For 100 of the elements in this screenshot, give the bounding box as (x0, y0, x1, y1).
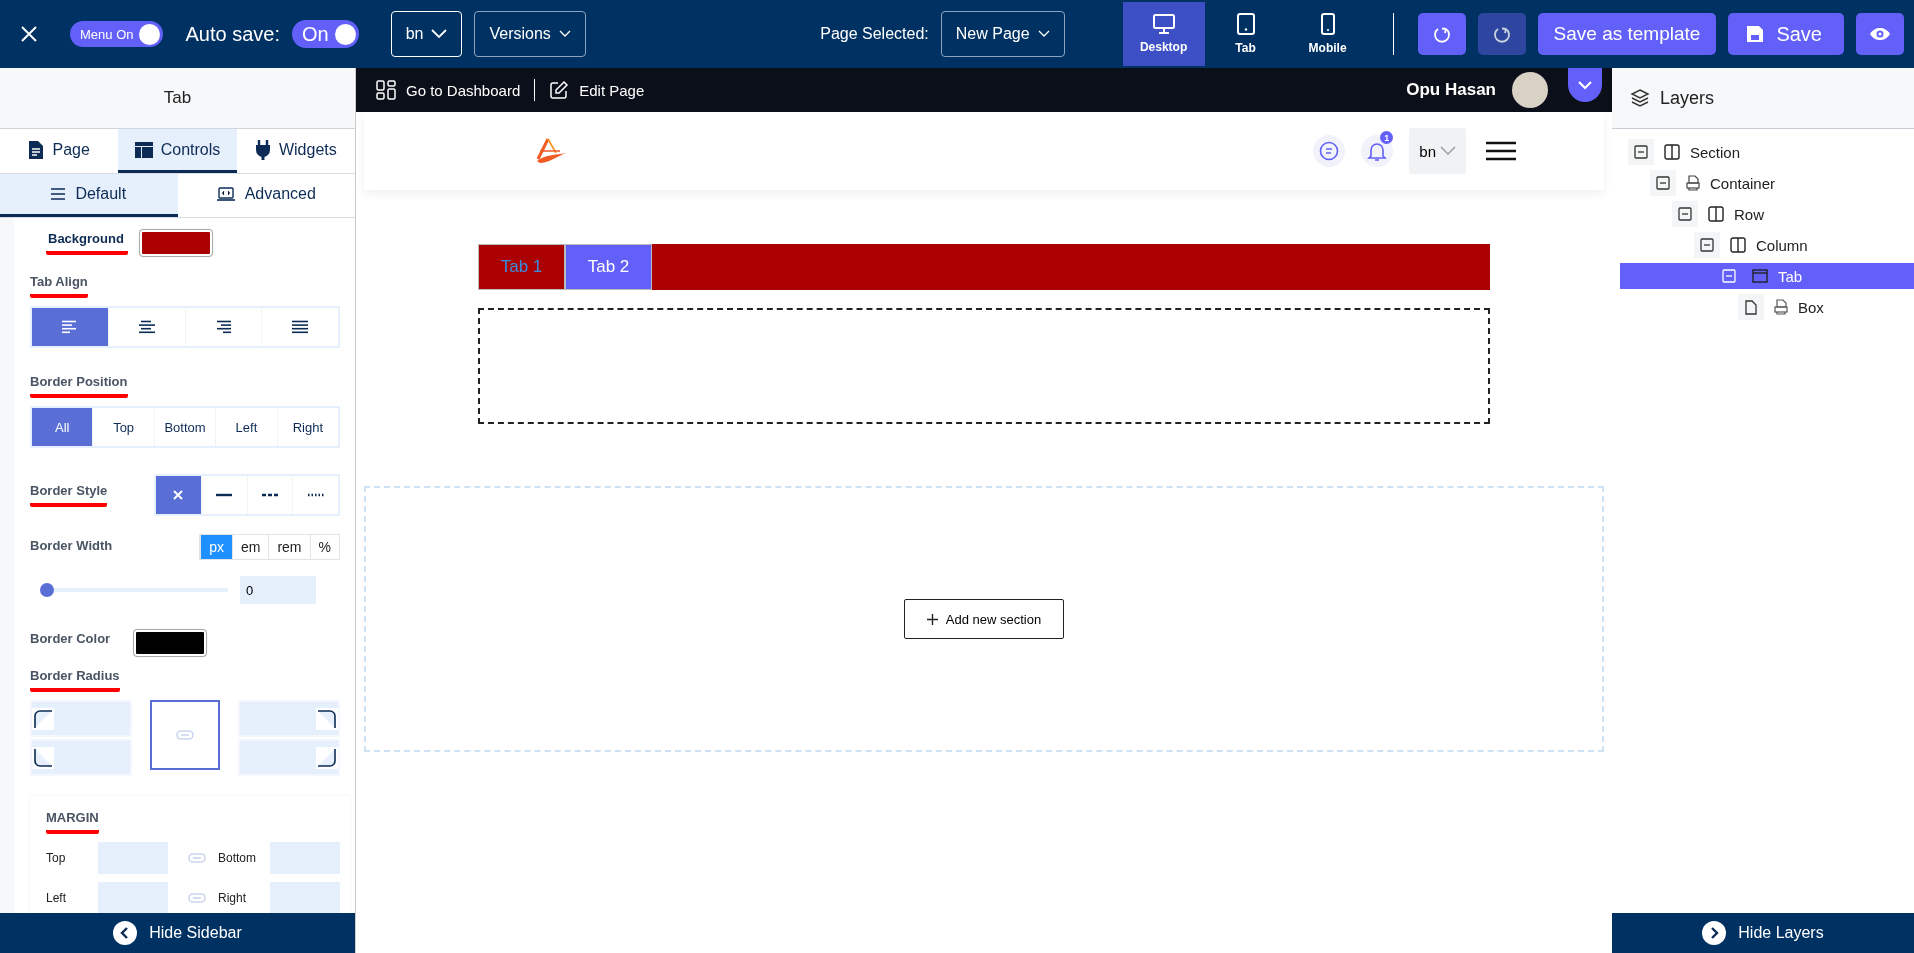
sidebar-tab[interactable]: Controls (118, 129, 237, 173)
collapse-toggle-icon[interactable] (1672, 201, 1698, 227)
collapse-toggle-icon[interactable] (1694, 232, 1720, 258)
add-section-button[interactable]: Add new section (903, 599, 1065, 639)
widget-tab[interactable]: Tab 2 (565, 244, 652, 290)
layer-item[interactable]: Row (1620, 201, 1914, 227)
plug-icon (254, 139, 271, 160)
printer-icon (1774, 299, 1788, 315)
preview-button[interactable] (1856, 13, 1904, 55)
align-center-icon (137, 320, 156, 334)
panel-title: Tab (0, 68, 355, 129)
no-border-button[interactable] (156, 476, 201, 514)
layer-item[interactable]: Tab (1620, 263, 1914, 289)
layer-item[interactable]: Box (1620, 294, 1914, 320)
versions-dropdown[interactable]: Versions (474, 11, 586, 57)
menu-toggle[interactable]: Menu On (70, 21, 164, 47)
panel-title: Layers (1660, 87, 1715, 109)
field-label: Left (46, 891, 67, 905)
redo-icon (1492, 25, 1511, 43)
chevron-left-icon (113, 921, 138, 945)
tablet-icon (1236, 13, 1255, 35)
field-label: Border Position (30, 374, 128, 398)
notification-badge: 1 (1380, 131, 1394, 144)
margin-input[interactable] (270, 882, 340, 913)
plus-icon (926, 613, 938, 625)
chevron-down-icon (1440, 146, 1456, 156)
radius-input[interactable] (238, 700, 340, 737)
undo-icon (1432, 25, 1451, 43)
page-selected-label: Page Selected: (820, 25, 929, 43)
collapse-button[interactable] (1568, 68, 1602, 102)
bottom-right-corner-icon (316, 746, 338, 769)
save-button[interactable]: Save (1728, 13, 1844, 55)
layer-item[interactable]: Section (1620, 139, 1914, 165)
dashed-line-icon (261, 493, 278, 497)
radius-input[interactable] (30, 739, 132, 776)
dashboard-link[interactable]: Go to Dashboard (376, 80, 521, 100)
file-icon (1738, 294, 1764, 320)
chat-icon[interactable] (1313, 135, 1346, 167)
sidebar-subtab[interactable]: Default (0, 174, 178, 217)
bell-icon[interactable] (1366, 140, 1389, 162)
collapse-toggle-icon[interactable] (1650, 170, 1676, 196)
dashboard-icon (376, 80, 396, 100)
collapse-toggle-icon[interactable] (1628, 139, 1654, 165)
solid-line-icon (216, 493, 233, 497)
monitor-icon (1152, 14, 1175, 34)
margin-input[interactable] (270, 842, 340, 874)
field-label: Border Color (30, 631, 111, 648)
border-width-input[interactable]: 0 (240, 576, 316, 604)
save-as-template-button[interactable]: Save as template (1537, 13, 1717, 55)
dotted-line-icon (307, 493, 324, 497)
undo-button[interactable] (1417, 13, 1466, 55)
menu-icon[interactable] (1486, 141, 1516, 161)
columns-icon (1708, 206, 1724, 222)
language-select[interactable]: bn (390, 11, 463, 57)
link-radius-button[interactable] (150, 700, 220, 770)
section-label: MARGIN (46, 810, 99, 834)
menu-icon (51, 188, 66, 200)
layer-item[interactable]: Column (1620, 232, 1914, 258)
page-select[interactable]: New Page (940, 11, 1065, 57)
phone-icon (1320, 13, 1335, 35)
field-label: Border Width (30, 537, 113, 555)
laptop-code-icon (216, 186, 235, 202)
document-icon (28, 139, 45, 160)
device-tab[interactable]: Mobile (1286, 2, 1369, 66)
field-label: Top (46, 851, 67, 865)
hide-layers-button[interactable]: Hide Layers (1612, 913, 1914, 953)
hide-sidebar-button[interactable]: Hide Sidebar (0, 913, 355, 953)
logo-icon[interactable] (534, 137, 568, 165)
field-label: Border Radius (30, 668, 120, 692)
layout-icon (134, 141, 153, 158)
align-left-icon (60, 320, 79, 334)
user-avatar[interactable] (1512, 72, 1548, 108)
color-swatch[interactable] (134, 630, 207, 656)
language-select[interactable]: bn (1409, 128, 1466, 174)
window-icon (1752, 269, 1768, 283)
layer-item[interactable]: Container (1620, 170, 1914, 196)
radius-input[interactable] (238, 739, 340, 776)
color-swatch[interactable] (139, 230, 212, 256)
field-label: Background (46, 231, 128, 255)
cross-icon (172, 489, 185, 501)
eye-icon (1869, 27, 1891, 41)
border-position-option[interactable]: All (32, 408, 93, 446)
field-label: Tab Align (30, 274, 88, 298)
margin-input[interactable] (98, 842, 168, 874)
slider-thumb[interactable] (40, 583, 54, 597)
chevron-down-icon (1037, 30, 1050, 38)
device-tab[interactable]: Tab (1204, 2, 1287, 66)
chevron-right-icon (1702, 921, 1727, 945)
margin-input[interactable] (98, 882, 168, 913)
autosave-label: Auto save: (185, 22, 280, 46)
align-right-icon (214, 320, 233, 334)
close-icon[interactable] (20, 25, 38, 43)
chevron-down-icon (558, 30, 571, 38)
field-label: Border Style (30, 483, 108, 507)
edit-page-link[interactable]: Edit Page (549, 80, 645, 100)
align-justify-icon (291, 320, 310, 334)
radius-input[interactable] (30, 700, 132, 737)
autosave-toggle[interactable]: On (292, 20, 359, 48)
device-tab[interactable]: Desktop (1122, 2, 1205, 66)
align-left-button[interactable] (32, 308, 108, 346)
